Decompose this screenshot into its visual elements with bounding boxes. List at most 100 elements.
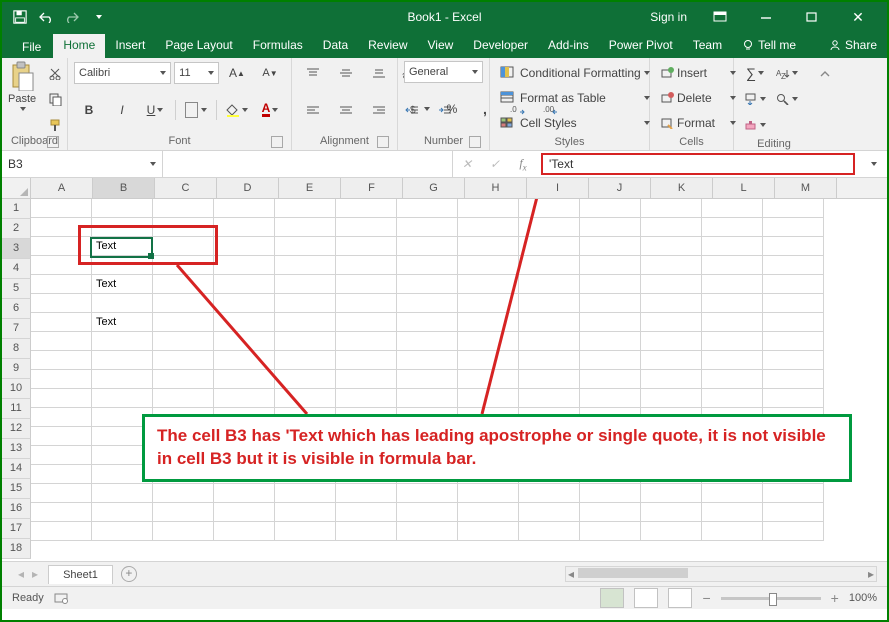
- cell[interactable]: [92, 503, 153, 522]
- new-sheet-button[interactable]: +: [117, 562, 141, 586]
- delete-cells-button[interactable]: Delete: [656, 86, 740, 110]
- cell[interactable]: [519, 294, 580, 313]
- cell[interactable]: [397, 332, 458, 351]
- conditional-formatting-button[interactable]: Conditional Formatting: [496, 61, 654, 85]
- cell[interactable]: [92, 294, 153, 313]
- cell[interactable]: [458, 275, 519, 294]
- sheet-tab[interactable]: Sheet1: [48, 565, 113, 584]
- cell[interactable]: [275, 351, 336, 370]
- cell[interactable]: [214, 256, 275, 275]
- format-cells-button[interactable]: Format: [656, 111, 740, 135]
- align-left-button[interactable]: [298, 98, 328, 122]
- tab-page-layout[interactable]: Page Layout: [155, 34, 242, 58]
- cell[interactable]: [275, 389, 336, 408]
- cut-button[interactable]: [40, 61, 70, 85]
- cell[interactable]: [519, 370, 580, 389]
- zoom-in-button[interactable]: +: [831, 590, 839, 606]
- cell[interactable]: [763, 389, 824, 408]
- column-header[interactable]: I: [527, 178, 589, 198]
- cell[interactable]: [31, 256, 92, 275]
- tab-insert[interactable]: Insert: [105, 34, 155, 58]
- cell[interactable]: [31, 199, 92, 218]
- cell[interactable]: [702, 484, 763, 503]
- horizontal-scrollbar[interactable]: ◂▸: [565, 566, 877, 582]
- cell[interactable]: [275, 218, 336, 237]
- cell[interactable]: [336, 503, 397, 522]
- row-header[interactable]: 1: [2, 199, 31, 219]
- cell[interactable]: [153, 503, 214, 522]
- cell[interactable]: [763, 370, 824, 389]
- ribbon-display-options-icon[interactable]: [697, 2, 743, 32]
- cell[interactable]: [702, 370, 763, 389]
- column-header[interactable]: G: [403, 178, 465, 198]
- underline-button[interactable]: U: [140, 98, 170, 122]
- clipboard-launcher-icon[interactable]: [47, 136, 59, 148]
- cell[interactable]: [641, 275, 702, 294]
- increase-font-size-button[interactable]: A▲: [222, 61, 252, 85]
- cell[interactable]: [336, 218, 397, 237]
- worksheet-grid[interactable]: 123456789101112131415161718 TextTextText…: [2, 199, 887, 561]
- cell[interactable]: [580, 503, 641, 522]
- cell[interactable]: [580, 313, 641, 332]
- cell[interactable]: [275, 294, 336, 313]
- cell[interactable]: [336, 199, 397, 218]
- cell[interactable]: [31, 351, 92, 370]
- cell[interactable]: [336, 332, 397, 351]
- row-header[interactable]: 3: [2, 239, 31, 259]
- minimize-button[interactable]: [743, 2, 789, 32]
- confirm-edit-button[interactable]: ✓: [481, 151, 509, 177]
- tab-team[interactable]: Team: [683, 34, 732, 58]
- cell[interactable]: [397, 351, 458, 370]
- align-middle-button[interactable]: [331, 61, 361, 85]
- column-header[interactable]: L: [713, 178, 775, 198]
- cell[interactable]: [580, 237, 641, 256]
- cell[interactable]: [153, 389, 214, 408]
- cell[interactable]: [641, 522, 702, 541]
- cell[interactable]: [214, 237, 275, 256]
- cell[interactable]: [519, 522, 580, 541]
- cell[interactable]: [336, 389, 397, 408]
- cell[interactable]: [702, 218, 763, 237]
- insert-function-button[interactable]: fx: [509, 151, 537, 177]
- cell[interactable]: [92, 332, 153, 351]
- cell[interactable]: [336, 351, 397, 370]
- cell[interactable]: [519, 313, 580, 332]
- cell[interactable]: [641, 332, 702, 351]
- cell[interactable]: [702, 389, 763, 408]
- cell[interactable]: [458, 199, 519, 218]
- cell[interactable]: [336, 275, 397, 294]
- cell[interactable]: [519, 351, 580, 370]
- cell[interactable]: [153, 484, 214, 503]
- row-header[interactable]: 7: [2, 319, 31, 339]
- cell[interactable]: [397, 237, 458, 256]
- row-header[interactable]: 14: [2, 459, 31, 479]
- cell[interactable]: [214, 218, 275, 237]
- cell[interactable]: [275, 522, 336, 541]
- redo-icon[interactable]: [60, 5, 84, 29]
- cell[interactable]: [336, 484, 397, 503]
- italic-button[interactable]: I: [107, 98, 137, 122]
- cell[interactable]: [214, 351, 275, 370]
- cell[interactable]: [214, 332, 275, 351]
- macro-recording-icon[interactable]: [54, 592, 70, 604]
- cell[interactable]: [458, 256, 519, 275]
- align-center-button[interactable]: [331, 98, 361, 122]
- cell[interactable]: [92, 199, 153, 218]
- cell[interactable]: [580, 275, 641, 294]
- cell[interactable]: [458, 522, 519, 541]
- cell[interactable]: [397, 484, 458, 503]
- sign-in-link[interactable]: Sign in: [640, 10, 697, 24]
- cell[interactable]: [763, 256, 824, 275]
- cell[interactable]: [214, 389, 275, 408]
- cell[interactable]: [702, 351, 763, 370]
- cell[interactable]: [214, 522, 275, 541]
- cell[interactable]: [31, 522, 92, 541]
- column-header[interactable]: M: [775, 178, 837, 198]
- align-bottom-button[interactable]: [364, 61, 394, 85]
- cell[interactable]: [397, 275, 458, 294]
- row-header[interactable]: 2: [2, 219, 31, 239]
- cell[interactable]: [214, 294, 275, 313]
- cell[interactable]: [702, 199, 763, 218]
- cell[interactable]: [519, 218, 580, 237]
- cell[interactable]: [519, 389, 580, 408]
